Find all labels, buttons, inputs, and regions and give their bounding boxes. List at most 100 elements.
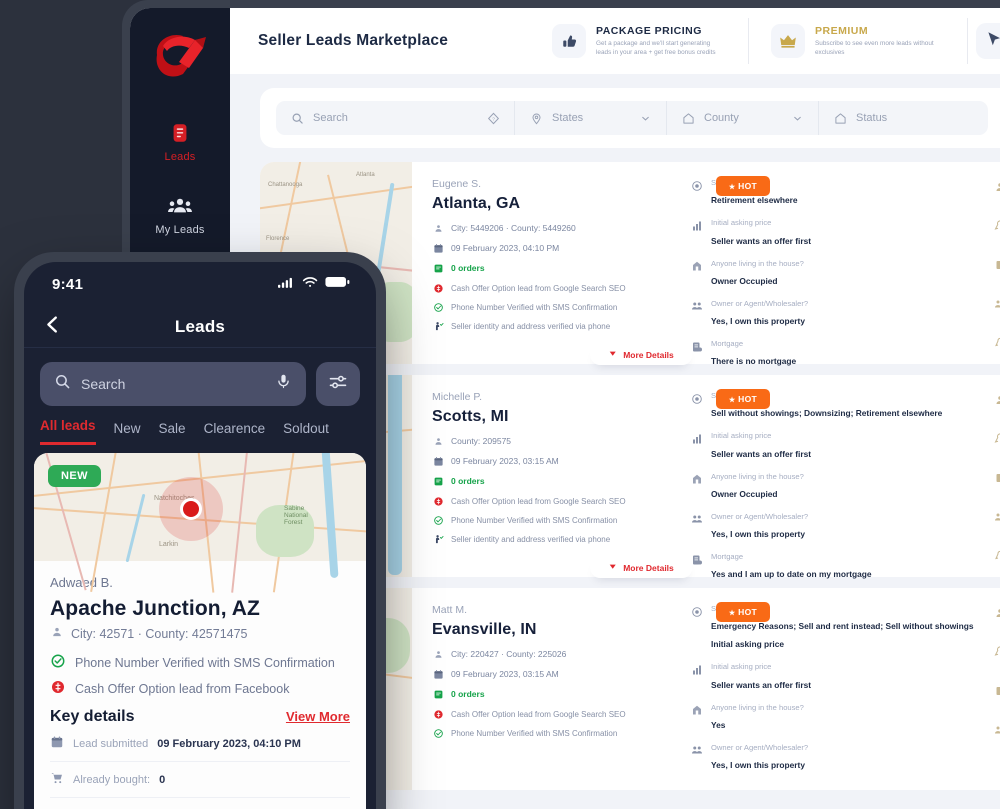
- phone-status-bar: 9:41: [24, 262, 376, 306]
- house-occupancy-icon: [690, 704, 703, 717]
- battery-full-icon: [325, 275, 350, 293]
- extra-icon: [994, 180, 1000, 198]
- view-more-link[interactable]: View More: [286, 709, 350, 724]
- lead-detail-item: Owner or Agent/Wholesaler? Yes, I own thi…: [690, 743, 994, 773]
- help-circle-icon[interactable]: ?: [486, 111, 500, 125]
- search-icon: [54, 373, 71, 395]
- lead-detail-item: Anyone living in the house? Yes: [690, 703, 994, 733]
- lead-submitted-row: 09 February 2023, 03:15 AM: [432, 455, 676, 467]
- phone-verified-icon: [432, 727, 444, 739]
- cursor-action-button[interactable]: [976, 23, 1000, 59]
- detail-answer: Yes and I am up to date on my mortgage: [711, 569, 872, 580]
- microphone-icon[interactable]: [275, 373, 292, 395]
- search-icon: [290, 111, 304, 125]
- lead-tag-text: Phone Number Verified with SMS Confirmat…: [451, 728, 618, 738]
- lead-extra-column: [994, 391, 1000, 563]
- detail-question: Owner or Agent/Wholesaler?: [711, 298, 809, 308]
- extra-icon: [994, 606, 1000, 624]
- tab-sale[interactable]: Sale: [159, 421, 186, 445]
- states-select[interactable]: States: [514, 101, 666, 135]
- lead-details: Seller motivationRetirement elsewhere In…: [676, 178, 994, 366]
- detail-question: Initial asking price: [711, 662, 772, 672]
- detail-answer: Seller wants an offer first: [711, 679, 812, 690]
- cash-offer-icon: [432, 282, 444, 294]
- price-icon: [690, 219, 703, 232]
- orders-icon: [432, 262, 444, 274]
- calendar-icon: [50, 735, 64, 752]
- orders-icon: [432, 688, 444, 700]
- chevron-left-icon[interactable]: [42, 313, 64, 340]
- lead-summary: Eugene S. Atlanta, GA City: 5449206 · Co…: [432, 178, 676, 350]
- owner-agent-icon: [690, 513, 703, 526]
- more-details-button[interactable]: More Details: [590, 345, 692, 365]
- tab-soldout[interactable]: Soldout: [283, 421, 329, 445]
- lead-detail-item: Anyone living in the house? Owner Occupie…: [690, 472, 994, 502]
- lead-tag: Cash Offer Option lead from Facebook: [50, 679, 350, 698]
- search-placeholder: Search: [81, 376, 126, 392]
- phone-screen: 9:41 Leads Search All leads New Sale Cle…: [24, 262, 376, 809]
- search-input[interactable]: Search ?: [276, 101, 514, 135]
- key-detail-value: 09 February 2023, 04:10 PM: [157, 737, 301, 750]
- phone-lead-card[interactable]: Natchitoches Larkin Sabine National Forest…: [34, 453, 366, 809]
- more-details-button[interactable]: More Details: [590, 558, 692, 578]
- detail-answer: Emergency Reasons; Sell and rent instead…: [711, 621, 974, 650]
- lead-tag-text: Phone Number Verified with SMS Confirmat…: [451, 302, 618, 312]
- lead-tag-text: Phone Number Verified with SMS Confirmat…: [75, 655, 335, 670]
- lead-submitted: 09 February 2023, 04:10 PM: [451, 243, 560, 253]
- calendar-icon: [432, 455, 444, 467]
- people-group-icon: [167, 193, 193, 219]
- lead-tag: Phone Number Verified with SMS Confirmat…: [432, 514, 676, 526]
- detail-question: Owner or Agent/Wholesaler?: [711, 742, 809, 752]
- lead-location: Scotts, MI: [432, 408, 509, 425]
- promo-subtitle: Get a package and we'll start generating…: [596, 39, 716, 56]
- phone-lead-map[interactable]: Natchitoches Larkin Sabine National Forest…: [34, 453, 366, 593]
- sidebar-item-leads[interactable]: Leads: [130, 120, 230, 163]
- search-input[interactable]: Search: [40, 362, 306, 406]
- cash-offer-icon: [432, 708, 444, 720]
- status-time: 9:41: [52, 275, 84, 293]
- hot-badge-label: HOT: [738, 394, 757, 404]
- lead-tag: Phone Number Verified with SMS Confirmat…: [432, 301, 676, 313]
- extra-icon: [994, 393, 1000, 411]
- status-select[interactable]: Status: [818, 101, 988, 135]
- page-title: Seller Leads Marketplace: [258, 32, 449, 49]
- document-leads-icon: [167, 120, 193, 146]
- tab-clearence[interactable]: Clearence: [204, 421, 266, 445]
- key-detail-row: Lead submitted 09 February 2023, 04:10 P…: [50, 726, 350, 762]
- extra-icon: [994, 645, 1000, 663]
- chevron-down-icon: [638, 111, 652, 125]
- detail-question: Anyone living in the house?: [711, 702, 804, 712]
- owner-agent-icon: [690, 300, 703, 313]
- promo-subtitle: Subscribe to see even more leads without…: [815, 39, 934, 56]
- tab-all-leads[interactable]: All leads: [40, 418, 96, 445]
- search-placeholder: Search: [313, 112, 348, 124]
- tab-new[interactable]: New: [114, 421, 141, 445]
- sidebar-item-label: My Leads: [155, 224, 205, 236]
- lead-summary: Michelle P. Scotts, MI County: 209575 09…: [432, 391, 676, 563]
- lead-extra-column: [994, 178, 1000, 350]
- more-details-label: More Details: [623, 349, 674, 360]
- detail-question: Anyone living in the house?: [711, 471, 804, 481]
- detail-question: Anyone living in the house?: [711, 258, 804, 268]
- lead-location: Atlanta, GA: [432, 195, 521, 212]
- seller-name: Adwaed B.: [50, 575, 113, 590]
- cart-icon: [50, 771, 64, 788]
- brand-logo[interactable]: [149, 28, 211, 78]
- county-select[interactable]: County: [666, 101, 818, 135]
- identity-verified-icon: [432, 320, 444, 332]
- lead-ids: County: 209575: [451, 436, 512, 446]
- phone-page-title: Leads: [174, 316, 226, 336]
- promo-package-pricing[interactable]: PACKAGE PRICING Get a package and we'll …: [530, 18, 749, 64]
- house-occupancy-icon: [690, 473, 703, 486]
- detail-answer: Seller wants an offer first: [711, 448, 812, 459]
- lead-orders-row: 0 orders: [432, 262, 676, 274]
- filter-button[interactable]: [316, 362, 360, 406]
- more-details-label: More Details: [623, 562, 674, 573]
- phone-card-body: Adwaed B. Apache Junction, AZ City: 4257…: [34, 561, 366, 798]
- lead-submitted: 09 February 2023, 03:15 AM: [451, 669, 559, 679]
- orders-icon: [432, 475, 444, 487]
- sidebar-item-my-leads[interactable]: My Leads: [130, 193, 230, 236]
- promo-premium[interactable]: PREMIUM Subscribe to see even more leads…: [749, 18, 968, 64]
- lead-ids-row: City: 5449206 · County: 5449260: [432, 222, 676, 234]
- key-details-title: Key details: [50, 708, 135, 725]
